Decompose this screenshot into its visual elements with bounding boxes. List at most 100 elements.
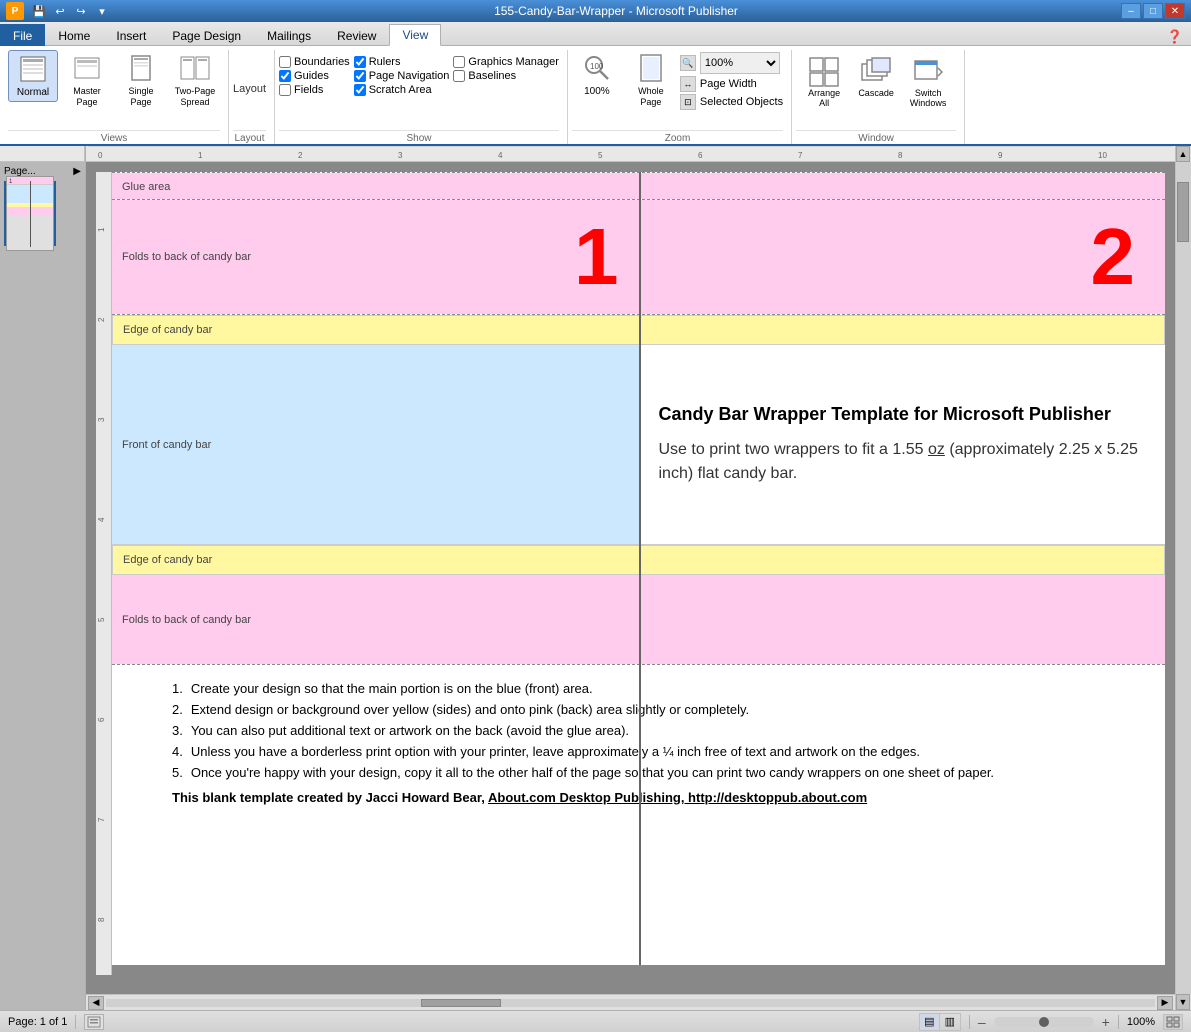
scratch-area-check[interactable] — [354, 84, 366, 96]
page-nav-check[interactable] — [354, 70, 366, 82]
status-separator-1 — [75, 1015, 76, 1029]
whole-page-label: WholePage — [638, 86, 664, 108]
edge-top-right — [639, 316, 1165, 344]
guides-checkbox[interactable]: Guides — [279, 70, 350, 82]
zoom-minus[interactable]: – — [978, 1014, 986, 1030]
whole-page-icon — [635, 52, 667, 84]
two-page-icon — [179, 52, 211, 84]
baselines-check[interactable] — [453, 70, 465, 82]
switch-windows-button[interactable]: SwitchWindows — [904, 54, 952, 110]
instr-text-3: You can also put additional text or artw… — [191, 723, 629, 738]
cascade-label: Cascade — [858, 88, 894, 98]
tab-page-design[interactable]: Page Design — [159, 24, 254, 46]
scrollbar-thumb[interactable] — [421, 999, 501, 1007]
page-nav-icon[interactable] — [84, 1014, 104, 1030]
tab-home[interactable]: Home — [45, 24, 103, 46]
zoom-select[interactable]: 100% 75% 50% 150% — [700, 52, 780, 74]
svg-text:5: 5 — [598, 151, 603, 160]
scroll-right-button[interactable]: ▶ — [1157, 996, 1173, 1010]
status-separator-2 — [969, 1015, 970, 1029]
graphics-mgr-checkbox[interactable]: Graphics Manager — [453, 56, 559, 68]
rulers-check[interactable] — [354, 56, 366, 68]
zoom-slider[interactable] — [994, 1017, 1094, 1027]
zoom-100-button[interactable]: 100 100% — [572, 50, 622, 100]
graphics-mgr-check[interactable] — [453, 56, 465, 68]
cascade-icon — [860, 56, 892, 88]
view-spread-icon[interactable]: ▥ — [940, 1014, 960, 1030]
tab-mailings[interactable]: Mailings — [254, 24, 324, 46]
vscroll-track[interactable] — [1176, 162, 1191, 994]
page-nav-checkbox[interactable]: Page Navigation — [354, 70, 450, 82]
qat-dropdown[interactable]: ▾ — [93, 2, 111, 20]
show-col1: Boundaries Guides Fields — [279, 54, 350, 96]
whole-page-button[interactable]: WholePage — [626, 50, 676, 110]
help-button[interactable]: ❓ — [1167, 29, 1183, 45]
view-normal-button[interactable]: Normal — [8, 50, 58, 102]
maximize-button[interactable]: □ — [1143, 3, 1163, 19]
status-separator-3 — [1118, 1015, 1119, 1029]
selected-objects-icon: ⊡ — [680, 94, 696, 110]
scroll-up-button[interactable]: ▲ — [1176, 146, 1190, 162]
redo-button[interactable]: ↪ — [72, 2, 90, 20]
vscroll-thumb[interactable] — [1177, 182, 1189, 242]
rulers-checkbox[interactable]: Rulers — [354, 56, 450, 68]
layout-label: Layout — [233, 83, 266, 95]
views-group-label: Views — [8, 130, 220, 144]
view-single-page-button[interactable]: SinglePage — [116, 50, 166, 110]
zoom-level-control[interactable]: 🔍 100% 75% 50% 150% — [680, 52, 783, 74]
edge-top-left: Edge of candy bar — [113, 316, 639, 344]
page-thumbnail[interactable]: 1 — [4, 181, 56, 246]
svg-text:10: 10 — [1098, 151, 1107, 160]
scrollbar-track[interactable] — [106, 999, 1155, 1007]
fields-check[interactable] — [279, 84, 291, 96]
view-master-page-button[interactable]: MasterPage — [62, 50, 112, 110]
zoom-group-label: Zoom — [572, 130, 783, 144]
switch-windows-label: SwitchWindows — [910, 88, 947, 108]
svg-text:7: 7 — [798, 151, 803, 160]
svg-text:5: 5 — [97, 617, 106, 622]
tab-view[interactable]: View — [389, 24, 441, 46]
horizontal-scrollbar[interactable]: ◀ ▶ — [86, 994, 1175, 1010]
tab-file[interactable]: File — [0, 24, 45, 46]
wrapper-title: Candy Bar Wrapper Template for Microsoft… — [659, 403, 1146, 426]
svg-text:3: 3 — [398, 151, 403, 160]
scroll-left-button[interactable]: ◀ — [88, 996, 104, 1010]
undo-button[interactable]: ↩ — [51, 2, 69, 20]
vertical-scrollbar[interactable]: ▲ ▼ — [1175, 146, 1191, 1010]
v-ruler-svg: 1 2 3 4 5 6 7 8 — [96, 172, 112, 972]
zoom-icon: 🔍 — [680, 55, 696, 71]
zoom-plus[interactable]: + — [1102, 1014, 1110, 1030]
front-left: Front of candy bar — [112, 345, 639, 544]
fields-checkbox[interactable]: Fields — [279, 84, 350, 96]
baselines-label: Baselines — [468, 70, 516, 82]
minimize-button[interactable]: – — [1121, 3, 1141, 19]
page-panel-arrow[interactable]: ▶ — [73, 166, 81, 177]
scroll-down-button[interactable]: ▼ — [1176, 994, 1190, 1010]
instr-num-1: 1. — [172, 681, 183, 696]
baselines-checkbox[interactable]: Baselines — [453, 70, 559, 82]
tab-insert[interactable]: Insert — [103, 24, 159, 46]
selected-objects-button[interactable]: ⊡ Selected Objects — [680, 94, 783, 110]
boundaries-checkbox[interactable]: Boundaries — [279, 56, 350, 68]
guides-check[interactable] — [279, 70, 291, 82]
number-2-label: 2 — [1091, 211, 1136, 303]
cascade-button[interactable]: Cascade — [852, 54, 900, 100]
zoom-100-icon: 100 — [581, 52, 613, 84]
view-two-page-button[interactable]: Two-PageSpread — [170, 50, 220, 110]
save-button[interactable]: 💾 — [30, 2, 48, 20]
svg-text:7: 7 — [97, 817, 106, 822]
close-button[interactable]: ✕ — [1165, 3, 1185, 19]
page-width-button[interactable]: ↔ Page Width — [680, 76, 783, 92]
view-normal-icon[interactable]: ▤ — [920, 1014, 940, 1030]
fit-page-button[interactable] — [1163, 1014, 1183, 1030]
master-page-label: MasterPage — [73, 86, 101, 108]
ribbon-group-layout: Layout Layout — [229, 50, 275, 144]
instr-item-3: 3. You can also put additional text or a… — [172, 723, 1141, 738]
arrange-all-button[interactable]: ArrangeAll — [800, 54, 848, 110]
fields-label: Fields — [294, 84, 323, 96]
scratch-area-checkbox[interactable]: Scratch Area — [354, 84, 450, 96]
tab-review[interactable]: Review — [324, 24, 389, 46]
center-divider — [639, 172, 641, 965]
boundaries-check[interactable] — [279, 56, 291, 68]
canvas-scroll[interactable]: 1 2 3 4 5 6 7 8 — [86, 162, 1175, 994]
